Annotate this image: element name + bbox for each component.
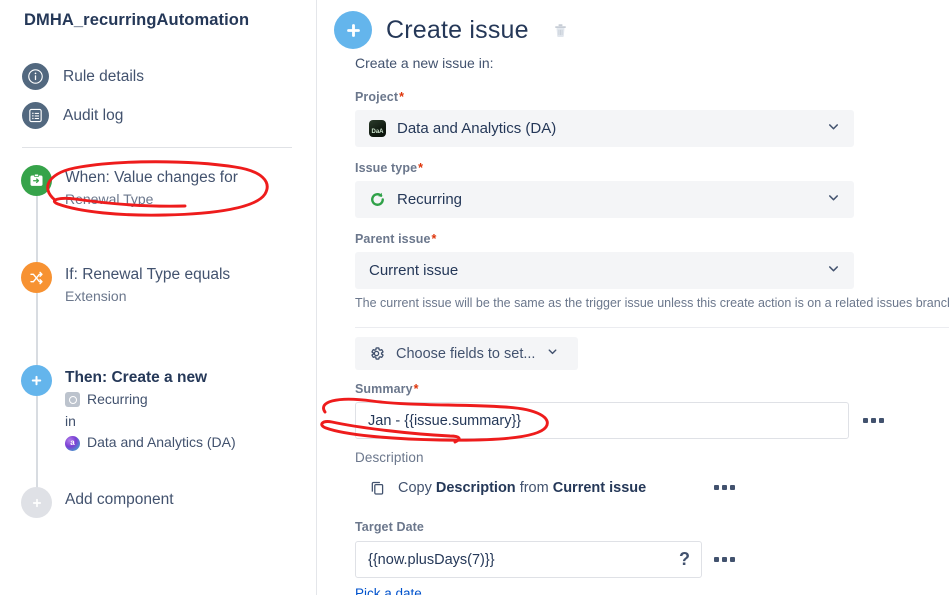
target-date-input-value: {{now.plusDays(7)}}	[368, 551, 495, 568]
description-copy-row[interactable]: Copy Description from Current issue	[369, 479, 646, 497]
issue-type-label-text: Issue type	[355, 161, 418, 175]
plus-circle-icon	[334, 11, 372, 49]
parent-issue-select[interactable]: Current issue	[355, 252, 854, 289]
sidebar-divider	[22, 147, 292, 148]
workflow-node-subtitle: Renewal Type	[65, 190, 154, 207]
parent-issue-label: Parent issue*	[355, 232, 437, 246]
trigger-icon	[21, 165, 52, 196]
workflow-node-trigger[interactable]: When: Value changes for Renewal Type	[21, 165, 238, 210]
copy-prefix: Copy	[398, 480, 432, 496]
add-component-text: Add component	[65, 487, 174, 511]
workflow-node-text: If: Renewal Type equals Extension	[65, 262, 230, 307]
intro-text: Create a new issue in:	[355, 55, 494, 71]
parent-issue-helper-text: The current issue will be the same as th…	[355, 296, 949, 310]
list-icon	[22, 102, 49, 129]
project-select[interactable]: DaA Data and Analytics (DA)	[355, 110, 854, 147]
rule-sidebar: DMHA_recurringAutomation Rule details Au…	[0, 0, 316, 595]
copy-middle: from	[519, 480, 549, 496]
choose-fields-label: Choose fields to set...	[396, 345, 536, 362]
description-more-options-icon[interactable]	[714, 485, 735, 490]
workflow-node-project: a Data and Analytics (DA)	[65, 432, 236, 454]
summary-more-options-icon[interactable]	[863, 418, 884, 423]
action-plus-icon	[21, 365, 52, 396]
add-component-label: Add component	[65, 491, 174, 508]
add-component-button[interactable]: Add component	[21, 487, 174, 518]
target-date-label: Target Date	[355, 520, 424, 534]
copy-field: Description	[435, 480, 516, 496]
workflow-node-title: Then: Create a new	[65, 369, 208, 386]
info-icon	[22, 63, 49, 90]
issue-type-mini-icon	[65, 392, 80, 408]
project-select-value-wrap: DaA Data and Analytics (DA)	[369, 120, 826, 137]
issue-type-select-value: Recurring	[397, 191, 463, 208]
chevron-down-icon	[546, 345, 559, 363]
description-label: Description	[355, 450, 424, 465]
target-date-more-options-icon[interactable]	[714, 557, 735, 562]
summary-input-value: Jan - {{issue.summary}}	[368, 412, 522, 429]
page-title: Create issue	[386, 15, 529, 44]
project-mini-icon: a	[65, 435, 80, 451]
workflow-node-text: When: Value changes for Renewal Type	[65, 165, 238, 210]
workflow-node-issue-type: Recurring	[65, 389, 236, 411]
workflow-node-title: If: Renewal Type equals	[65, 266, 231, 283]
required-asterisk: *	[399, 90, 405, 104]
trash-icon[interactable]	[552, 21, 569, 40]
workflow-node-subtitle: Extension	[65, 287, 127, 304]
workflow-node-action[interactable]: Then: Create a new Recurring in a Data a…	[21, 365, 236, 454]
workflow-node-joiner-label: in	[65, 412, 76, 429]
create-issue-panel: Create issue Create a new issue in: Proj…	[317, 0, 949, 595]
chevron-down-icon	[826, 190, 841, 210]
sidebar-item-label: Rule details	[63, 67, 144, 85]
parent-issue-label-text: Parent issue	[355, 232, 431, 246]
required-asterisk: *	[413, 382, 419, 396]
rule-title: DMHA_recurringAutomation	[24, 11, 250, 29]
chevron-down-icon	[826, 119, 841, 139]
section-divider	[355, 327, 949, 328]
issue-type-select[interactable]: Recurring	[355, 181, 854, 218]
condition-shuffle-icon	[21, 262, 52, 293]
required-asterisk: *	[431, 232, 437, 246]
workflow-node-condition[interactable]: If: Renewal Type equals Extension	[21, 262, 230, 307]
choose-fields-dropdown[interactable]: Choose fields to set...	[355, 337, 578, 370]
chevron-down-icon	[826, 261, 841, 281]
project-avatar-icon: DaA	[369, 120, 386, 137]
summary-label-text: Summary	[355, 382, 413, 396]
project-label-text: Project	[355, 90, 399, 104]
panel-header: Create issue	[334, 11, 569, 49]
summary-input[interactable]: Jan - {{issue.summary}}	[355, 402, 849, 439]
workflow-node-joiner: in	[65, 411, 236, 433]
parent-issue-select-value: Current issue	[369, 262, 459, 279]
gear-icon	[368, 345, 385, 362]
sidebar-item-rule-details[interactable]: Rule details	[22, 63, 144, 90]
copy-source: Current issue	[552, 480, 647, 496]
question-mark-icon[interactable]: ?	[679, 549, 690, 570]
target-date-input[interactable]: {{now.plusDays(7)}} ?	[355, 541, 702, 578]
summary-label: Summary*	[355, 382, 419, 396]
project-select-value: Data and Analytics (DA)	[397, 120, 557, 137]
issue-type-label: Issue type*	[355, 161, 423, 175]
workflow-node-issue-type-label: Recurring	[87, 390, 148, 407]
copy-icon	[369, 479, 386, 497]
recurring-issue-type-icon	[369, 191, 386, 208]
plus-icon	[21, 487, 52, 518]
issue-type-select-value-wrap: Recurring	[369, 191, 826, 208]
workflow-node-project-label: Data and Analytics (DA)	[87, 434, 236, 451]
pick-a-date-link[interactable]: Pick a date	[355, 586, 422, 595]
workflow-node-text: Then: Create a new Recurring in a Data a…	[65, 365, 236, 454]
required-asterisk: *	[418, 161, 424, 175]
automation-rule-editor: DMHA_recurringAutomation Rule details Au…	[0, 0, 949, 595]
sidebar-item-label: Audit log	[63, 106, 124, 124]
project-label: Project*	[355, 90, 404, 104]
sidebar-item-audit-log[interactable]: Audit log	[22, 102, 123, 129]
description-copy-text: Copy Description from Current issue	[398, 480, 646, 496]
workflow-node-title: When: Value changes for	[65, 169, 238, 186]
